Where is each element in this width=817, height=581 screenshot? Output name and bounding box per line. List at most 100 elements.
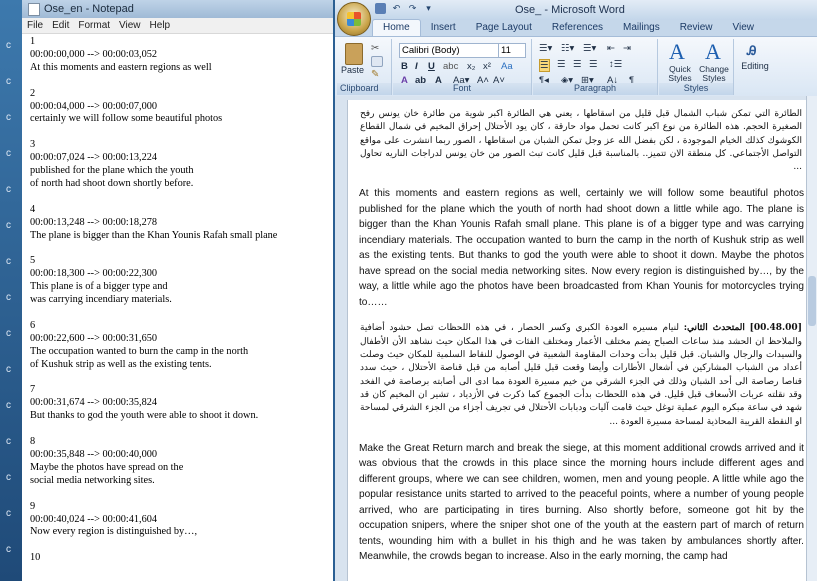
notepad-line: of Kushuk strip as well as the existing …	[30, 358, 212, 370]
justify-icon[interactable]: ☰	[589, 59, 598, 70]
italic-button[interactable]: I	[415, 61, 418, 72]
menu-view[interactable]: View	[114, 20, 145, 31]
quick-styles-button[interactable]: A Quick Styles	[663, 39, 695, 83]
clipboard-group-label: Clipboard	[337, 83, 391, 95]
paste-button[interactable]: Paste	[341, 43, 365, 79]
tab-references[interactable]: References	[542, 20, 613, 36]
font-group: Calibri (Body) 11 B I U abc x₂ x² Aa A a…	[393, 39, 532, 95]
notepad-line	[30, 307, 333, 320]
notepad-app-icon	[28, 2, 40, 16]
tab-review[interactable]: Review	[670, 20, 723, 36]
notepad-window: Ose_en - Notepad File Edit Format View H…	[22, 0, 333, 581]
vertical-scrollbar[interactable]	[806, 96, 817, 581]
clear-format-icon[interactable]: Aa	[501, 61, 513, 72]
timestamp-label: [00.48.00]	[749, 323, 802, 334]
quick-styles-label: Quick Styles	[668, 64, 692, 83]
notepad-menu-bar: File Edit Format View Help	[22, 18, 333, 34]
menu-file[interactable]: File	[22, 20, 47, 31]
notepad-line	[30, 191, 333, 204]
notepad-line: This plane is of a bigger type and	[30, 281, 168, 293]
english-paragraph-2: Make the Great Return march and break th…	[359, 442, 804, 563]
numbering-icon[interactable]: ☷▾	[561, 43, 574, 54]
decrease-indent-icon[interactable]: ⇤	[607, 43, 615, 54]
notepad-line: 00:00:35,848 --> 00:00:40,000	[30, 449, 158, 460]
notepad-line	[30, 372, 333, 385]
notepad-line: 00:00:07,024 --> 00:00:13,224	[30, 152, 158, 164]
strikethrough-icon[interactable]: abc	[443, 61, 458, 72]
bullets-icon[interactable]: ☰▾	[539, 43, 552, 54]
notepad-line: was carrying incendiary materials.	[30, 294, 172, 306]
clipboard-icon	[345, 43, 363, 65]
clipboard-group: Paste ✂ ✎ Clipboard	[337, 39, 392, 95]
word-title: Ose_ - Microsoft Word	[515, 4, 625, 16]
styles-group-label: Styles	[659, 83, 733, 95]
office-logo-icon	[347, 12, 361, 26]
scrollbar-thumb[interactable]	[808, 276, 816, 326]
paragraph-group: ☰▾ ☷▾ ☰▾ ⇤ ⇥ ☰ ☰ ☰ ☰ ↕☰ ¶◂ ◈▾ ⊞▾ A↓ ¶ Pa…	[533, 39, 658, 95]
word-title-bar[interactable]: ↶ ↷ ▾ Ose_ - Microsoft Word	[335, 0, 817, 36]
notepad-title-bar[interactable]: Ose_en - Notepad	[22, 0, 333, 18]
subscript-icon[interactable]: x₂	[467, 61, 475, 72]
notepad-line: 00:00:18,300 --> 00:00:22,300	[30, 268, 158, 280]
notepad-line: 1	[30, 36, 36, 47]
tab-view[interactable]: View	[723, 20, 765, 36]
quick-access-toolbar: ↶ ↷ ▾	[375, 3, 434, 14]
save-icon[interactable]	[375, 3, 386, 14]
notepad-text-area[interactable]: 1 00:00:00,000 --> 00:00:03,052 At this mo…	[22, 34, 333, 565]
change-styles-button[interactable]: A Change Styles	[697, 39, 731, 83]
desktop-icon-fragment: c	[6, 400, 11, 411]
notepad-line: 5	[30, 255, 36, 267]
redo-icon[interactable]: ↷	[407, 3, 418, 14]
increase-indent-icon[interactable]: ⇥	[623, 43, 631, 54]
tab-insert[interactable]: Insert	[421, 20, 466, 36]
bold-button[interactable]: B	[401, 61, 408, 72]
desktop-icon-fragment: c	[6, 148, 11, 159]
notepad-line: The occupation wanted to burn the camp i…	[30, 345, 249, 357]
format-painter-icon[interactable]: ✎	[371, 69, 385, 81]
editing-label: Editing	[741, 61, 769, 71]
notepad-line: 00:00:04,000 --> 00:00:07,000	[30, 100, 158, 112]
paragraph-group-label: Paragraph	[533, 83, 657, 95]
chevron-down-icon[interactable]: ▾	[423, 3, 434, 14]
tab-page-layout[interactable]: Page Layout	[466, 20, 542, 36]
notepad-line: of north had shoot down shortly before.	[30, 177, 194, 189]
notepad-line: 8	[30, 436, 36, 448]
document-page[interactable]: الطائرة التي تمكن شباب الشمال قبل قليل م…	[347, 100, 812, 581]
arabic-paragraph-1: الطائرة التي تمكن شباب الشمال قبل قليل م…	[360, 109, 802, 173]
font-size-box[interactable]: 11	[498, 43, 526, 58]
notepad-line: At this moments and eastern regions as w…	[30, 61, 212, 73]
superscript-icon[interactable]: x²	[483, 61, 491, 72]
notepad-line	[30, 75, 333, 88]
notepad-line	[30, 243, 333, 256]
cut-icon[interactable]: ✂	[371, 43, 385, 55]
notepad-line: 00:00:22,600 --> 00:00:31,650	[30, 332, 158, 344]
editing-button[interactable]: Ꭿ Editing	[737, 41, 773, 81]
desktop-icon-fragment: c	[6, 364, 11, 375]
notepad-line: But thanks to god the youth were able to…	[30, 410, 259, 422]
align-center-icon[interactable]: ☰	[557, 59, 566, 70]
font-name-box[interactable]: Calibri (Body)	[399, 43, 499, 58]
underline-button[interactable]: U	[428, 61, 435, 72]
notepad-line: social media networking sites.	[30, 474, 155, 486]
copy-icon[interactable]	[371, 56, 383, 67]
menu-help[interactable]: Help	[145, 20, 175, 31]
office-button[interactable]	[337, 2, 371, 36]
multilevel-list-icon[interactable]: ☰▾	[583, 43, 596, 54]
undo-icon[interactable]: ↶	[391, 3, 402, 14]
menu-edit[interactable]: Edit	[47, 20, 73, 31]
align-left-icon[interactable]: ☰	[539, 59, 550, 72]
desktop-icon-fragment: c	[6, 292, 11, 303]
notepad-line: published for the plane which the youth	[30, 165, 194, 177]
notepad-line: 00:00:40,024 --> 00:00:41,604	[30, 513, 158, 525]
notepad-line: 3	[30, 139, 36, 151]
desktop-icon-fragment: c	[6, 40, 11, 51]
line-spacing-icon[interactable]: ↕☰	[609, 59, 622, 70]
tab-home[interactable]: Home	[372, 19, 421, 36]
menu-format[interactable]: Format	[73, 20, 114, 31]
align-right-icon[interactable]: ☰	[573, 59, 582, 70]
desktop-icon-fragment: c	[6, 112, 11, 123]
notepad-line: The plane is bigger than the Khan Younis…	[30, 229, 278, 241]
english-paragraph-1: At this moments and eastern regions as w…	[359, 188, 804, 308]
notepad-line	[30, 539, 333, 552]
tab-mailings[interactable]: Mailings	[613, 20, 670, 36]
